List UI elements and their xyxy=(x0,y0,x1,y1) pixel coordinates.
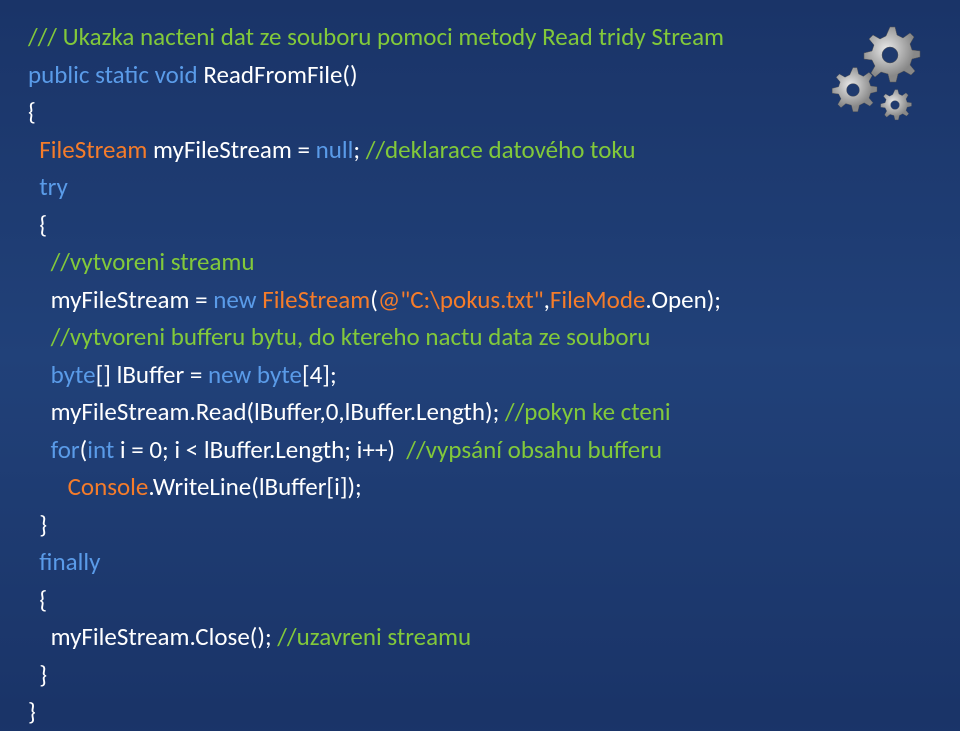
comment: //vypsání obsahu bufferu xyxy=(401,434,662,465)
text: .Open); xyxy=(645,284,721,315)
text: myFileStream = xyxy=(28,284,213,315)
text: myFileStream.Close(); xyxy=(28,621,277,652)
type: Console xyxy=(28,471,148,502)
comment: //uzavreni streamu xyxy=(277,621,471,652)
comment: //pokyn ke cteni xyxy=(505,396,671,427)
keyword: int xyxy=(87,434,120,465)
keyword: null xyxy=(316,134,354,165)
text: [] lBuffer = xyxy=(96,359,208,390)
text: myFileStream = xyxy=(153,134,316,165)
comment: //vytvoreni bufferu bytu, do ktereho nac… xyxy=(28,321,650,352)
text: ; xyxy=(353,134,365,165)
comment: //deklarace datového toku xyxy=(366,134,636,165)
string: @"C:\pokus.txt" xyxy=(378,284,544,315)
brace: { xyxy=(28,96,36,127)
text: i = 0; i < lBuffer.Length; i++) xyxy=(120,434,401,465)
method-name: ReadFromFile xyxy=(203,59,342,90)
text: [4]; xyxy=(302,359,337,390)
keyword: byte xyxy=(28,359,96,390)
text: ( xyxy=(370,284,378,315)
type: FileMode xyxy=(550,284,646,315)
keyword: new xyxy=(213,284,262,315)
brace: { xyxy=(28,209,47,240)
keyword: try xyxy=(28,171,68,202)
text: () xyxy=(342,59,357,90)
brace: } xyxy=(28,509,47,540)
keyword: for xyxy=(28,434,80,465)
comment: //vytvoreni streamu xyxy=(28,246,255,277)
type: FileStream xyxy=(28,134,153,165)
text: myFileStream.Read(lBuffer,0,lBuffer.Leng… xyxy=(28,396,505,427)
type: FileStream xyxy=(262,284,370,315)
keyword: finally xyxy=(28,546,100,577)
comment: /// Ukazka nacteni dat ze souboru pomoci… xyxy=(28,21,724,52)
brace: } xyxy=(28,659,47,690)
gears-icon xyxy=(820,20,930,130)
keyword: new byte xyxy=(208,359,302,390)
text: .WriteLine(lBuffer[i]); xyxy=(148,471,361,502)
keyword: public static void xyxy=(28,59,203,90)
brace: { xyxy=(28,584,47,615)
code-block: /// Ukazka nacteni dat ze souboru pomoci… xyxy=(28,18,932,731)
